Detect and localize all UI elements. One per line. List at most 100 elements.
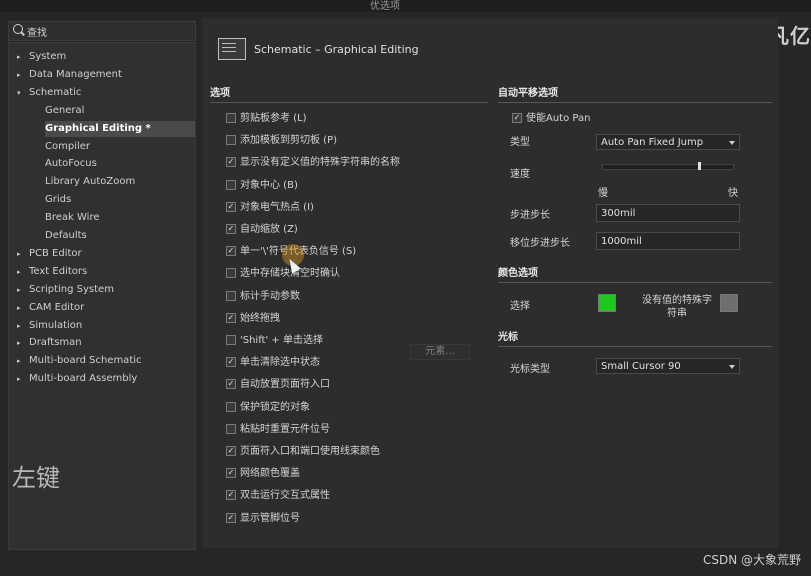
slider-handle[interactable]: [698, 162, 702, 170]
tree-item[interactable]: ▸ Text Editors: [17, 264, 191, 280]
shift-step-label: 移位步进步长: [510, 238, 570, 249]
tree-item-label: AutoFocus: [45, 158, 97, 170]
option-label: 显示管脚位号: [240, 512, 300, 524]
checkbox[interactable]: ✓: [226, 312, 236, 323]
option-checkbox[interactable]: ✓ 自动缩放 (Z): [226, 223, 298, 237]
checkbox[interactable]: ✓: [226, 468, 236, 479]
search-box[interactable]: 查找: [8, 21, 196, 41]
option-label: 双击运行交互式属性: [240, 490, 330, 502]
step-input[interactable]: 300mil: [596, 204, 740, 222]
checkbox[interactable]: [226, 401, 236, 412]
checkbox[interactable]: ✓: [226, 224, 236, 234]
checkbox[interactable]: [226, 268, 236, 279]
title-bar: 优选项: [0, 0, 811, 12]
option-label: 自动放置页面符入口: [240, 379, 330, 391]
option-checkbox[interactable]: ✓ 页面符入口和端口使用线束颜色: [226, 445, 380, 459]
option-checkbox[interactable]: ✓ 对象电气热点 (I): [226, 201, 314, 215]
checkbox[interactable]: [226, 113, 236, 123]
option-checkbox[interactable]: 保护锁定的对象: [226, 401, 310, 415]
caret-right-icon[interactable]: ▸: [17, 371, 21, 387]
checkbox[interactable]: ✓: [226, 379, 236, 390]
option-checkbox[interactable]: ✓ 自动放置页面符入口: [226, 378, 330, 392]
option-checkbox[interactable]: ✓ 显示管脚位号: [226, 512, 300, 526]
tree-item[interactable]: ▾ Schematic: [17, 85, 191, 101]
tree-item[interactable]: ▸ PCB Editor: [17, 246, 191, 262]
checkbox[interactable]: [226, 290, 236, 301]
checkbox[interactable]: ✓: [512, 113, 522, 123]
option-checkbox[interactable]: 选中存储块清空时确认: [226, 267, 340, 281]
tree-item[interactable]: ▸ Draftsman: [17, 335, 191, 351]
option-label: 页面符入口和端口使用线束颜色: [240, 446, 380, 457]
tree-item[interactable]: ▸ System: [17, 49, 191, 65]
option-checkbox[interactable]: ✓ 单击清除选中状态: [226, 356, 320, 370]
tree-item-label: Scripting System: [29, 283, 114, 295]
autopan-enable-checkbox[interactable]: ✓ 使能Auto Pan: [512, 112, 590, 126]
select-color-swatch[interactable]: [598, 294, 616, 312]
option-checkbox[interactable]: 剪贴板参考 (L): [226, 112, 307, 126]
cursor-type-label: 光标类型: [510, 364, 550, 375]
checkbox[interactable]: ✓: [226, 201, 236, 212]
option-label: 自动缩放 (Z): [240, 224, 298, 235]
tree-item-label: Grids: [45, 194, 72, 206]
tree-item[interactable]: Break Wire: [45, 210, 191, 226]
checkbox[interactable]: ✓: [226, 357, 236, 368]
tree-item[interactable]: Compiler: [45, 139, 191, 155]
tree-item[interactable]: ▸ CAM Editor: [17, 300, 191, 316]
caret-right-icon[interactable]: ▸: [17, 67, 21, 83]
caret-right-icon[interactable]: ▸: [17, 335, 21, 351]
tree-item[interactable]: ▸ Multi-board Schematic: [17, 353, 191, 369]
caret-right-icon[interactable]: ▸: [17, 49, 21, 65]
option-checkbox[interactable]: 粘贴时重置元件位号: [226, 423, 330, 437]
option-checkbox[interactable]: ✓ 双击运行交互式属性: [226, 489, 330, 503]
tree-item[interactable]: ▸ Multi-board Assembly: [17, 371, 191, 387]
checkbox[interactable]: ✓: [226, 446, 236, 456]
novalue-color-swatch[interactable]: [720, 294, 738, 312]
checkbox[interactable]: [226, 179, 236, 190]
caret-right-icon[interactable]: ▸: [17, 246, 21, 262]
autopan-type-select[interactable]: Auto Pan Fixed Jump: [596, 134, 740, 150]
tree-item[interactable]: AutoFocus: [45, 156, 191, 172]
caret-right-icon[interactable]: ▸: [17, 300, 21, 316]
caret-right-icon[interactable]: ▸: [17, 318, 21, 334]
step-label: 步进步长: [510, 210, 550, 221]
cursor-type-select[interactable]: Small Cursor 90: [596, 358, 740, 374]
tree-item[interactable]: ▸ Scripting System: [17, 282, 191, 298]
option-label: 保护锁定的对象: [240, 401, 310, 413]
tree-item[interactable]: General: [45, 103, 191, 119]
option-label: 对象中心 (B): [240, 179, 298, 191]
option-checkbox[interactable]: 添加模板到剪切板 (P): [226, 134, 337, 148]
option-checkbox[interactable]: 对象中心 (B): [226, 179, 298, 193]
autopan-speed-slider[interactable]: [602, 162, 734, 170]
tree-item[interactable]: Grids: [45, 192, 191, 208]
checkbox[interactable]: ✓: [226, 512, 236, 523]
caret-right-icon[interactable]: ▸: [17, 282, 21, 298]
option-checkbox[interactable]: ✓ 显示没有定义值的特殊字符串的名称: [226, 156, 400, 170]
tree-item-label: Draftsman: [29, 337, 82, 349]
checkbox[interactable]: ✓: [226, 490, 236, 501]
checkbox[interactable]: ✓: [226, 246, 236, 257]
tree-item[interactable]: ▸ Simulation: [17, 318, 191, 334]
checkbox[interactable]: ✓: [226, 157, 236, 168]
speed-fast-label: 快: [728, 188, 738, 199]
option-checkbox[interactable]: 'Shift' + 单击选择: [226, 334, 323, 348]
caret-down-icon[interactable]: ▾: [17, 85, 21, 101]
checkbox[interactable]: [226, 335, 236, 345]
tree-item[interactable]: Graphical Editing *: [45, 120, 195, 137]
chevron-down-icon: [729, 365, 735, 369]
tree-item[interactable]: Library AutoZoom: [45, 174, 191, 190]
option-label: 标计手动参数: [240, 290, 300, 302]
caret-right-icon[interactable]: ▸: [17, 264, 21, 280]
shift-step-input[interactable]: 1000mil: [596, 232, 740, 250]
tree-item[interactable]: ▸ Data Management: [17, 67, 191, 83]
search-input[interactable]: 查找: [27, 24, 47, 39]
tree-item[interactable]: Defaults: [45, 228, 191, 244]
option-checkbox[interactable]: ✓ 网络颜色覆盖: [226, 467, 300, 481]
elements-button[interactable]: 元素...: [410, 344, 470, 360]
option-checkbox[interactable]: ✓ 始终拖拽: [226, 312, 280, 326]
settings-panel: Schematic – Graphical Editing 选项 剪贴板参考 (…: [202, 18, 778, 548]
page-title: Schematic – Graphical Editing: [254, 43, 419, 56]
caret-right-icon[interactable]: ▸: [17, 353, 21, 369]
checkbox[interactable]: [226, 135, 236, 146]
checkbox[interactable]: [226, 423, 236, 434]
option-checkbox[interactable]: 标计手动参数: [226, 290, 300, 304]
